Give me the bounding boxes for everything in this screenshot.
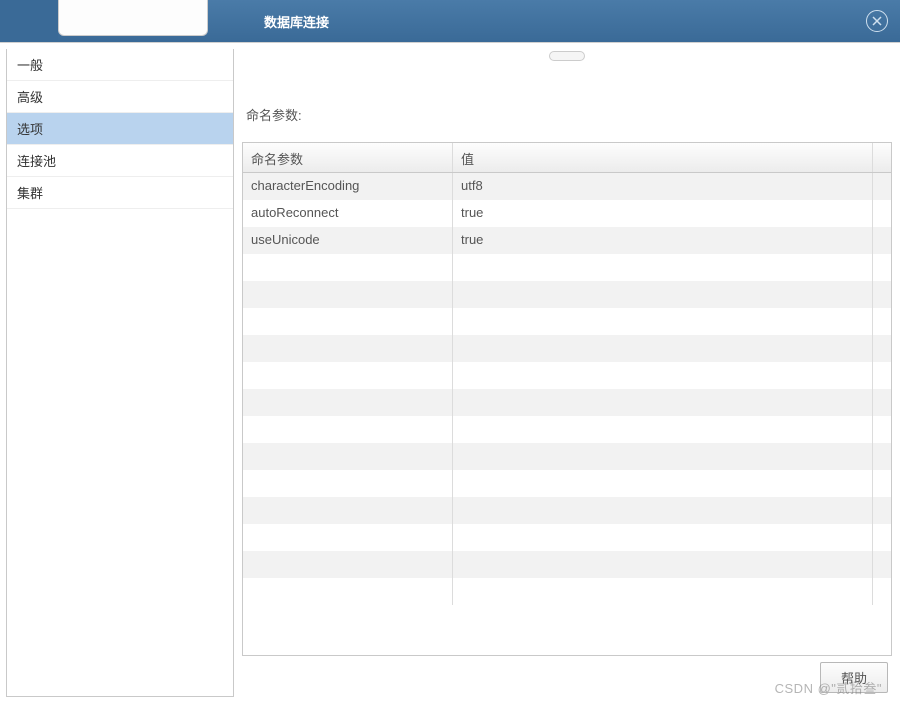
params-table: 命名参数 值 characterEncodingutf8autoReconnec… xyxy=(242,142,892,656)
cell-end xyxy=(873,335,891,362)
cell-param[interactable] xyxy=(243,335,453,362)
col-header-value[interactable]: 值 xyxy=(453,143,873,172)
table-row[interactable] xyxy=(243,497,891,524)
cell-param[interactable] xyxy=(243,416,453,443)
sidebar-item-pool[interactable]: 连接池 xyxy=(7,145,233,177)
cell-value[interactable] xyxy=(453,470,873,497)
cell-end xyxy=(873,281,891,308)
table-row[interactable]: autoReconnecttrue xyxy=(243,200,891,227)
table-row[interactable] xyxy=(243,470,891,497)
cell-value[interactable] xyxy=(453,578,873,605)
dialog-title: 数据库连接 xyxy=(264,12,329,31)
cell-end xyxy=(873,200,891,227)
table-row[interactable] xyxy=(243,308,891,335)
table-body: characterEncodingutf8autoReconnecttrueus… xyxy=(243,173,891,655)
cell-value[interactable] xyxy=(453,254,873,281)
sidebar-item-cluster[interactable]: 集群 xyxy=(7,177,233,209)
cell-param[interactable] xyxy=(243,362,453,389)
cell-end xyxy=(873,578,891,605)
cell-value[interactable] xyxy=(453,416,873,443)
sidebar-item-advanced[interactable]: 高级 xyxy=(7,81,233,113)
cell-end xyxy=(873,389,891,416)
table-row[interactable] xyxy=(243,551,891,578)
cell-end xyxy=(873,173,891,200)
table-header: 命名参数 值 xyxy=(243,143,891,173)
cell-end xyxy=(873,524,891,551)
cell-param[interactable]: autoReconnect xyxy=(243,200,453,227)
cell-end xyxy=(873,362,891,389)
close-icon xyxy=(871,15,883,27)
cell-value[interactable] xyxy=(453,308,873,335)
dialog-body: 一般 高级 选项 连接池 集群 命名参数: 命名参数 值 characterEn… xyxy=(0,42,900,703)
cell-value[interactable]: utf8 xyxy=(453,173,873,200)
table-row[interactable] xyxy=(243,416,891,443)
titlebar-left-slot xyxy=(0,0,58,42)
table-row[interactable] xyxy=(243,335,891,362)
col-header-end xyxy=(873,143,891,172)
cell-end xyxy=(873,416,891,443)
sidebar: 一般 高级 选项 连接池 集群 xyxy=(6,49,234,697)
cell-param[interactable] xyxy=(243,281,453,308)
cell-param[interactable] xyxy=(243,551,453,578)
table-row[interactable] xyxy=(243,578,891,605)
section-label: 命名参数: xyxy=(246,105,892,124)
cell-end xyxy=(873,308,891,335)
cell-param[interactable] xyxy=(243,254,453,281)
table-row[interactable]: characterEncodingutf8 xyxy=(243,173,891,200)
cell-param[interactable]: characterEncoding xyxy=(243,173,453,200)
cell-value[interactable] xyxy=(453,497,873,524)
cell-end xyxy=(873,443,891,470)
cell-value[interactable] xyxy=(453,281,873,308)
cell-param[interactable] xyxy=(243,470,453,497)
table-row[interactable] xyxy=(243,281,891,308)
sidebar-item-general[interactable]: 一般 xyxy=(7,49,233,81)
cell-value[interactable] xyxy=(453,389,873,416)
cell-param[interactable] xyxy=(243,497,453,524)
cell-value[interactable]: true xyxy=(453,200,873,227)
table-row[interactable] xyxy=(243,443,891,470)
table-row[interactable] xyxy=(243,254,891,281)
cell-param[interactable] xyxy=(243,578,453,605)
cell-end xyxy=(873,470,891,497)
cell-end xyxy=(873,497,891,524)
col-header-param[interactable]: 命名参数 xyxy=(243,143,453,172)
table-row[interactable]: useUnicodetrue xyxy=(243,227,891,254)
cell-param[interactable] xyxy=(243,389,453,416)
titlebar-logo xyxy=(58,0,208,36)
cell-param[interactable] xyxy=(243,443,453,470)
close-button[interactable] xyxy=(866,10,888,32)
cell-param[interactable] xyxy=(243,308,453,335)
footer: 帮助 xyxy=(242,656,892,695)
cell-value[interactable] xyxy=(453,524,873,551)
table-row[interactable] xyxy=(243,362,891,389)
cell-value[interactable] xyxy=(453,362,873,389)
cell-end xyxy=(873,254,891,281)
cell-value[interactable] xyxy=(453,335,873,362)
main-panel: 命名参数: 命名参数 值 characterEncodingutf8autoRe… xyxy=(234,43,900,703)
resize-handle[interactable] xyxy=(549,51,585,61)
cell-param[interactable] xyxy=(243,524,453,551)
help-button[interactable]: 帮助 xyxy=(820,662,888,693)
sidebar-item-options[interactable]: 选项 xyxy=(7,113,233,145)
cell-value[interactable] xyxy=(453,443,873,470)
cell-end xyxy=(873,227,891,254)
titlebar: 数据库连接 xyxy=(0,0,900,42)
cell-value[interactable] xyxy=(453,551,873,578)
table-row[interactable] xyxy=(243,524,891,551)
cell-value[interactable]: true xyxy=(453,227,873,254)
cell-param[interactable]: useUnicode xyxy=(243,227,453,254)
cell-end xyxy=(873,551,891,578)
table-row[interactable] xyxy=(243,389,891,416)
